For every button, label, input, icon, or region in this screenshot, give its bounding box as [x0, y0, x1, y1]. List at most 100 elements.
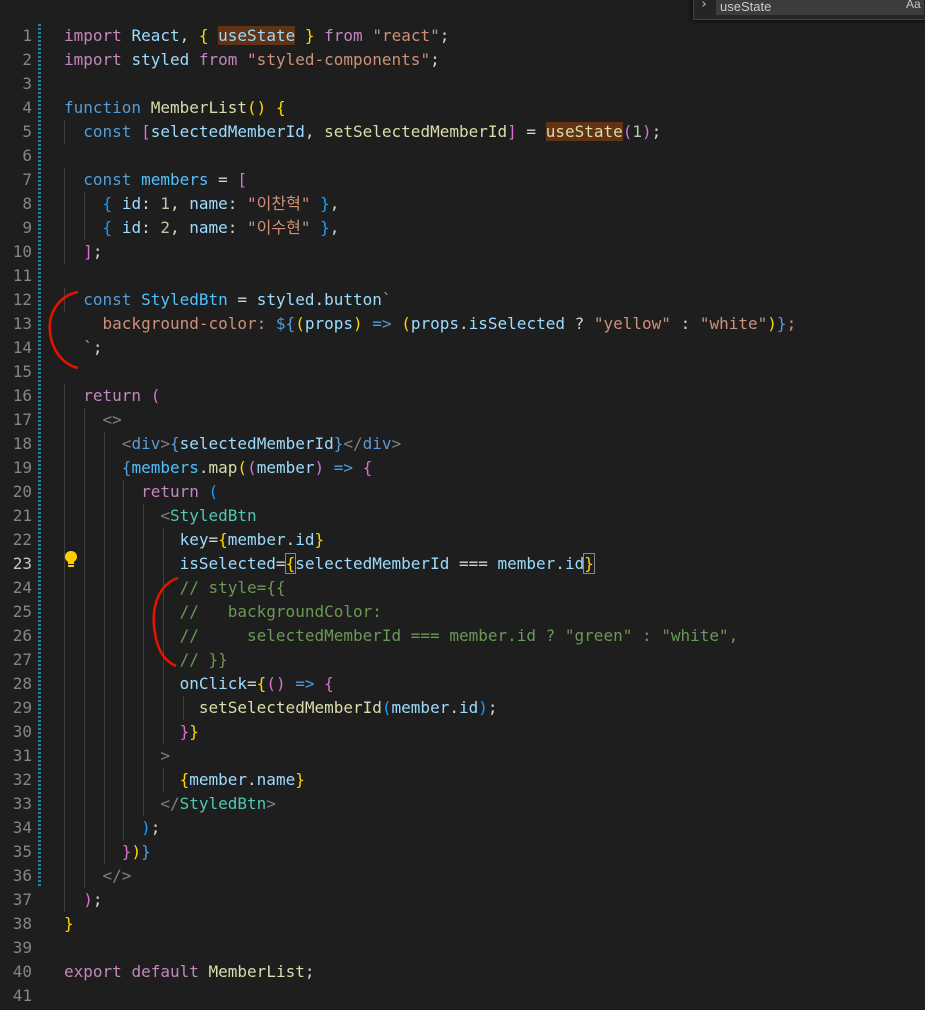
code-line[interactable]: 24 // style={{ [0, 576, 925, 600]
code-line[interactable]: 12 const StyledBtn = styled.button` [0, 288, 925, 312]
code-text[interactable]: return ( [64, 384, 160, 408]
code-token: : [227, 194, 248, 213]
code-token: setSelectedMemberId [324, 122, 508, 141]
code-line[interactable]: 10 ]; [0, 240, 925, 264]
code-line[interactable]: 19 {members.map((member) => { [0, 456, 925, 480]
code-text[interactable]: <> [64, 408, 122, 432]
find-input[interactable] [716, 0, 924, 15]
code-line[interactable]: 21 <StyledBtn [0, 504, 925, 528]
code-line[interactable]: 6 [0, 144, 925, 168]
code-line[interactable]: 34 ); [0, 816, 925, 840]
code-text[interactable]: ); [64, 888, 102, 912]
chevron-right-icon[interactable]: › [700, 0, 708, 12]
code-token: name [189, 218, 228, 237]
code-text[interactable]: ]; [64, 240, 102, 264]
code-token: = [208, 170, 238, 189]
code-line[interactable]: 16 return ( [0, 384, 925, 408]
code-text[interactable]: </> [64, 864, 132, 888]
code-line[interactable]: 9 { id: 2, name: "이수현" }, [0, 216, 925, 240]
code-text[interactable]: onClick={() => { [64, 672, 334, 696]
code-text[interactable]: setSelectedMemberId(member.id); [64, 696, 498, 720]
code-text[interactable]: }} [64, 720, 199, 744]
code-line[interactable]: 32 {member.name} [0, 768, 925, 792]
code-text[interactable]: return ( [64, 480, 218, 504]
code-line[interactable]: 30 }} [0, 720, 925, 744]
code-text[interactable]: <StyledBtn [64, 504, 257, 528]
code-text[interactable]: } [64, 912, 74, 936]
code-line[interactable]: 26 // selectedMemberId === member.id ? "… [0, 624, 925, 648]
code-token: === [449, 554, 498, 573]
code-line[interactable]: 14 `; [0, 336, 925, 360]
code-token: selectedMemberId [179, 434, 334, 453]
code-line[interactable]: 18 <div>{selectedMemberId}</div> [0, 432, 925, 456]
code-text[interactable]: {members.map((member) => { [64, 456, 373, 480]
code-line[interactable]: 1 import React, { useState } from "react"… [0, 24, 925, 48]
code-token: { [284, 553, 297, 574]
code-line[interactable]: 29 setSelectedMemberId(member.id); [0, 696, 925, 720]
code-line[interactable]: 33 </StyledBtn> [0, 792, 925, 816]
code-line[interactable]: 37 ); [0, 888, 925, 912]
code-text[interactable]: `; [64, 336, 102, 360]
code-text[interactable]: export default MemberList; [64, 960, 314, 984]
code-line[interactable]: 38} [0, 912, 925, 936]
code-line[interactable]: 2 import styled from "styled-components"; [0, 48, 925, 72]
code-text[interactable]: <div>{selectedMemberId}</div> [64, 432, 401, 456]
code-text[interactable]: // selectedMemberId === member.id ? "gre… [64, 624, 739, 648]
code-line[interactable]: 8 { id: 1, name: "이찬혁" }, [0, 192, 925, 216]
lightbulb-icon[interactable] [64, 550, 78, 568]
code-line[interactable]: 41 [0, 984, 925, 1008]
code-line[interactable]: 3 [0, 72, 925, 96]
code-text[interactable]: </StyledBtn> [64, 792, 276, 816]
code-token: < [160, 506, 170, 525]
code-text[interactable]: // }} [64, 648, 228, 672]
code-line[interactable]: 40 export default MemberList; [0, 960, 925, 984]
code-text[interactable]: // backgroundColor: [64, 600, 382, 624]
code-text[interactable]: { id: 2, name: "이수현" }, [64, 216, 340, 240]
code-line[interactable]: 27 // }} [0, 648, 925, 672]
code-line[interactable]: 7 const members = [ [0, 168, 925, 192]
code-token: , [179, 26, 199, 45]
code-text[interactable]: const [selectedMemberId, setSelectedMemb… [64, 120, 661, 144]
code-text[interactable]: })} [64, 840, 151, 864]
code-line[interactable]: 13 background-color: ${(props) => (props… [0, 312, 925, 336]
code-line[interactable]: 4 function MemberList() { [0, 96, 925, 120]
match-case-toggle[interactable]: Aa [906, 0, 921, 11]
code-text[interactable]: // style={{ [64, 576, 286, 600]
code-line[interactable]: 15 [0, 360, 925, 384]
code-text[interactable]: import styled from "styled-components"; [64, 48, 440, 72]
code-line[interactable]: 36 </> [0, 864, 925, 888]
code-token: member [189, 770, 248, 789]
code-line[interactable]: 5 const [selectedMemberId, setSelectedMe… [0, 120, 925, 144]
code-text[interactable]: {member.name} [64, 768, 305, 792]
code-line[interactable]: 25 // backgroundColor: [0, 600, 925, 624]
code-line[interactable]: 20 return ( [0, 480, 925, 504]
code-text[interactable]: background-color: ${(props) => (props.is… [64, 312, 797, 336]
code-text[interactable]: const members = [ [64, 168, 247, 192]
code-text[interactable]: > [64, 744, 170, 768]
code-text[interactable]: function MemberList() { [64, 96, 286, 120]
code-text[interactable]: key={member.id} [64, 528, 325, 552]
code-text[interactable]: import React, { useState } from "react"; [64, 24, 449, 48]
code-line[interactable]: 39 [0, 936, 925, 960]
find-widget[interactable]: › Aa [693, 0, 925, 20]
code-line[interactable]: 35 })} [0, 840, 925, 864]
code-text[interactable]: const StyledBtn = styled.button` [64, 288, 391, 312]
code-text[interactable]: isSelected={selectedMemberId === member.… [64, 552, 595, 576]
code-text[interactable]: ); [64, 816, 160, 840]
code-text[interactable]: { id: 1, name: "이찬혁" }, [64, 192, 340, 216]
code-token: => [372, 314, 392, 333]
code-token: StyledBtn [169, 506, 257, 525]
code-line[interactable]: 23 isSelected={selectedMemberId === memb… [0, 552, 925, 576]
code-line[interactable]: 28 onClick={() => { [0, 672, 925, 696]
code-editor[interactable]: 1 import React, { useState } from "react"… [0, 0, 925, 1010]
code-line[interactable]: 17 <> [0, 408, 925, 432]
code-line[interactable]: 11 [0, 264, 925, 288]
code-line[interactable]: 22 key={member.id} [0, 528, 925, 552]
code-token: } [583, 553, 595, 574]
code-line[interactable]: 31 > [0, 744, 925, 768]
